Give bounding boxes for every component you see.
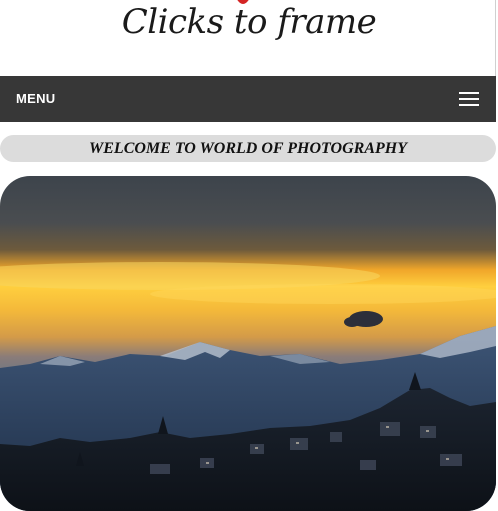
hero-image bbox=[0, 176, 496, 511]
welcome-banner: WELCOME TO WORLD OF PHOTOGRAPHY bbox=[0, 135, 496, 162]
menu-label[interactable]: MENU bbox=[16, 91, 55, 106]
divider bbox=[495, 0, 496, 76]
sunset-photo bbox=[0, 176, 496, 511]
hamburger-icon[interactable] bbox=[456, 89, 484, 109]
welcome-heading: WELCOME TO WORLD OF PHOTOGRAPHY bbox=[89, 140, 407, 157]
site-logo[interactable]: Clicks to frame bbox=[0, 2, 498, 42]
site-header: Clicks to frame bbox=[0, 0, 498, 76]
nav-bar: MENU bbox=[0, 76, 496, 122]
